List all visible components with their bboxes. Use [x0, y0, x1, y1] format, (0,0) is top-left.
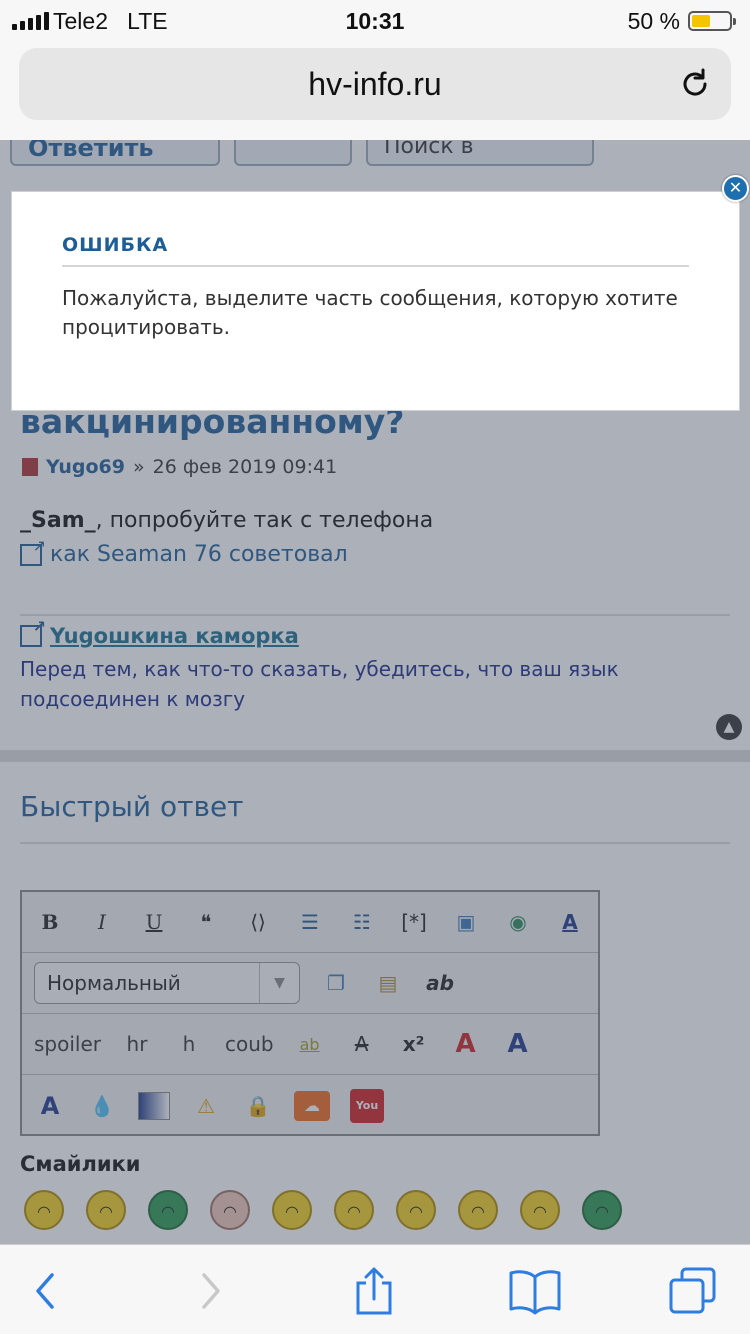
- close-icon[interactable]: ✕: [722, 175, 749, 202]
- browser-bottom-bar: [0, 1244, 750, 1334]
- battery-percent: 50 %: [627, 8, 680, 34]
- tabs-icon[interactable]: [668, 1267, 718, 1315]
- dialog-title: ОШИБКА: [62, 234, 169, 256]
- url-text[interactable]: hv-info.ru: [19, 66, 731, 103]
- share-icon[interactable]: [352, 1267, 396, 1315]
- status-bar: Tele2 LTE 10:31 50 %: [0, 0, 750, 40]
- error-dialog: ОШИБКА Пожалуйста, выделите часть сообще…: [11, 191, 740, 411]
- back-icon[interactable]: [30, 1267, 60, 1315]
- address-bar[interactable]: hv-info.ru: [19, 48, 731, 120]
- battery-icon: [688, 11, 736, 31]
- reload-icon[interactable]: [679, 68, 711, 100]
- bookmarks-icon[interactable]: [508, 1267, 562, 1315]
- dialog-message: Пожалуйста, выделите часть сообщения, ко…: [62, 286, 678, 339]
- dialog-divider: [62, 265, 689, 267]
- forward-icon[interactable]: [196, 1267, 226, 1315]
- browser-toolbar: hv-info.ru: [0, 40, 750, 140]
